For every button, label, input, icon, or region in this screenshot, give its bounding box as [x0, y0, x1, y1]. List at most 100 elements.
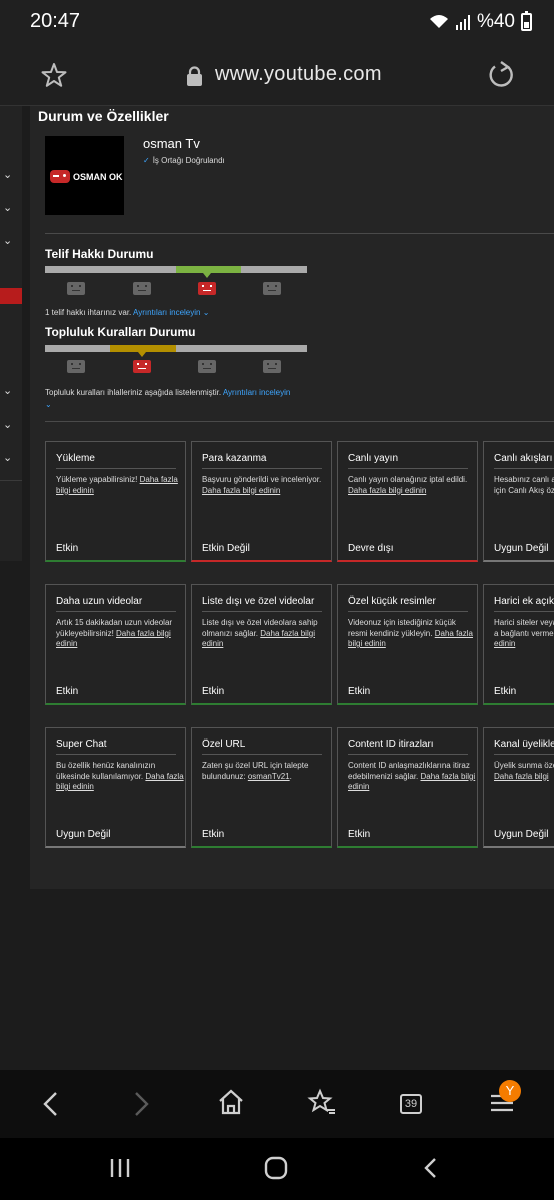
back-button-icon[interactable]: [421, 1156, 441, 1180]
community-status-title: Topluluk Kuralları Durumu: [45, 325, 196, 339]
feature-card-status: Uygun Değil: [494, 543, 549, 554]
divider: [56, 611, 176, 612]
feature-card-description: Content ID anlaşmazlıklarına itiraz edeb…: [348, 761, 476, 793]
feature-card-status: Etkin Değil: [202, 543, 250, 554]
learn-more-link[interactable]: Daha fazla bilgi: [494, 772, 549, 781]
feature-card-title: Super Chat: [56, 739, 107, 750]
chevron-down-icon[interactable]: ⌄: [3, 418, 12, 431]
feature-card-status: Etkin: [494, 686, 517, 697]
learn-more-link[interactable]: osmanTv21: [248, 772, 290, 781]
copyright-active-segment: [176, 266, 241, 273]
copyright-note: 1 telif hakkı ihtarınız var. Ayrıntıları…: [45, 308, 209, 317]
divider: [348, 754, 468, 755]
feature-card: Özel küçük resimler Videonuz için istediğ…: [337, 584, 478, 705]
sidebar-active-item[interactable]: [0, 288, 22, 304]
feature-card-status: Etkin: [202, 686, 225, 697]
divider: [202, 754, 322, 755]
chevron-down-icon[interactable]: ⌄: [3, 201, 12, 214]
learn-more-link[interactable]: Daha fazla bilgi edinin: [348, 486, 426, 495]
chevron-down-icon[interactable]: ⌄: [45, 400, 52, 409]
profile-badge[interactable]: Y: [499, 1080, 521, 1102]
face-icon: [67, 282, 85, 295]
home-button-icon[interactable]: [263, 1156, 289, 1180]
feature-card-description: Hesabınız canlı a etkinleştirilmedi. içi…: [494, 475, 554, 496]
signal-icon: [455, 14, 470, 30]
chevron-down-icon[interactable]: ⌄: [3, 234, 12, 247]
partner-verified: ✓ İş Ortağı Doğrulandı: [143, 156, 225, 165]
community-status-bar: [45, 345, 307, 352]
feature-card: Harici ek açıkla Harici siteler veya orta…: [483, 584, 554, 705]
feature-card-status: Uygun Değil: [494, 829, 549, 840]
divider: [494, 611, 554, 612]
tabs-count-button[interactable]: 39: [400, 1094, 422, 1114]
clock: 20:47: [30, 10, 81, 32]
feature-card-status: Etkin: [56, 543, 79, 554]
feature-card-description: Videonuz için istediğiniz küçük resmi ke…: [348, 618, 476, 650]
lock-icon: [187, 66, 202, 86]
back-icon[interactable]: [40, 1090, 62, 1118]
chevron-down-icon[interactable]: ⌄: [3, 168, 12, 181]
chevron-down-icon[interactable]: ⌄: [3, 451, 12, 464]
feature-card-description-text: Hesabınız canlı a etkinleştirilmedi. içi…: [494, 475, 554, 495]
system-navigation-bar: [0, 1138, 554, 1200]
feature-card: Daha uzun videolar Artık 15 dakikadan uzu…: [45, 584, 186, 705]
bookmarks-icon[interactable]: [307, 1088, 337, 1116]
feature-card-title: Para kazanma: [202, 453, 267, 464]
feature-card-description-text: Canlı yayın olanağınız iptal edildi.: [348, 475, 468, 484]
reload-icon[interactable]: [486, 60, 516, 90]
learn-more-link[interactable]: Daha fazla bilgi edinin: [202, 486, 280, 495]
status-features-panel: Durum ve Özellikler OSMAN OK osman Tv ✓ İ…: [30, 106, 554, 889]
feature-card-description-text: Harici siteler veya ortaklarını için ek …: [494, 618, 554, 638]
feature-card-description: Üyelik sunma özel kanalınızda kulla Daha…: [494, 761, 554, 782]
feature-card-status: Devre dışı: [348, 543, 394, 554]
avatar-logo-text: OSMAN OK: [73, 172, 123, 182]
feature-card-status: Etkin: [56, 686, 79, 697]
face-icon: [198, 282, 216, 295]
channel-avatar[interactable]: OSMAN OK: [45, 136, 124, 215]
divider: [56, 468, 176, 469]
feature-card-description: Yükleme yapabilirsiniz! Daha fazla bilgi…: [56, 475, 184, 496]
feature-card: Canlı yayın Canlı yayın olanağınız iptal …: [337, 441, 478, 562]
copyright-note-text: 1 telif hakkı ihtarınız var.: [45, 308, 132, 317]
feature-card: Canlı akışları ya Hesabınız canlı a etkin…: [483, 441, 554, 562]
browser-bottom-bar: [0, 1070, 554, 1138]
page-title: Durum ve Özellikler: [38, 108, 169, 124]
recent-apps-icon[interactable]: [108, 1157, 132, 1179]
chevron-down-icon[interactable]: ⌄: [3, 384, 12, 397]
community-details-link[interactable]: Ayrıntıları inceleyin: [223, 388, 290, 397]
face-icon: [263, 282, 281, 295]
community-note: Topluluk kuralları ihlalleriniz aşağıda …: [45, 387, 335, 411]
feature-card: Yükleme Yükleme yapabilirsiniz! Daha fazl…: [45, 441, 186, 562]
channel-name: osman Tv: [143, 136, 200, 151]
feature-card-title: Canlı yayın: [348, 453, 399, 464]
studio-sidebar: ⌄ ⌄ ⌄ ⌄ ⌄ ⌄: [0, 106, 22, 561]
copyright-level-marker: [203, 273, 211, 278]
feature-card-title: Özel URL: [202, 739, 246, 750]
copyright-status-bar: [45, 266, 307, 273]
forward-icon[interactable]: [130, 1090, 152, 1118]
divider: [0, 480, 22, 481]
battery-percent: %40: [476, 11, 515, 32]
home-icon[interactable]: [217, 1088, 245, 1116]
face-icon: [198, 360, 216, 373]
feature-card-title: Content ID itirazları: [348, 739, 434, 750]
url-field[interactable]: www.youtube.com: [215, 63, 382, 86]
feature-card: Liste dışı ve özel videolar Liste dışı ve…: [191, 584, 332, 705]
copyright-details-link[interactable]: Ayrıntıları inceleyin: [133, 308, 200, 317]
feature-card-title: Kanal üyelikler: [494, 739, 554, 750]
chevron-down-icon[interactable]: ⌄: [200, 308, 210, 317]
feature-card-title: Daha uzun videolar: [56, 596, 143, 607]
divider: [348, 611, 468, 612]
copyright-status-title: Telif Hakkı Durumu: [45, 247, 154, 261]
divider: [202, 468, 322, 469]
feature-card-status: Uygun Değil: [56, 829, 111, 840]
feature-card: Para kazanma Başvuru gönderildi ve incele…: [191, 441, 332, 562]
feature-card: Content ID itirazları Content ID anlaşmaz…: [337, 727, 478, 848]
divider: [202, 611, 322, 612]
feature-card-description-text: Üyelik sunma özel kanalınızda kulla: [494, 761, 554, 770]
face-icon: [67, 360, 85, 373]
check-icon: ✓: [143, 156, 150, 165]
bookmark-star-icon[interactable]: [40, 61, 68, 89]
face-icon: [263, 360, 281, 373]
face-icon: [133, 282, 151, 295]
